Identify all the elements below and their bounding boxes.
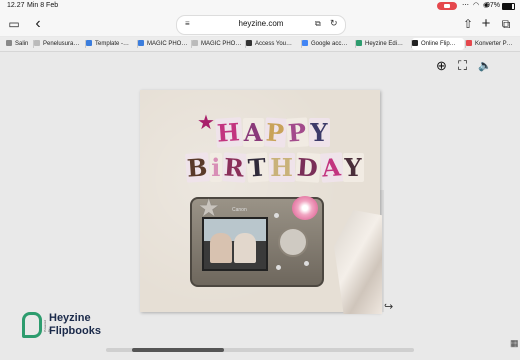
happy-title: HAPPY: [215, 117, 331, 148]
tab-favicon-icon: [466, 40, 472, 46]
tab-favicon-icon: [356, 40, 362, 46]
logo-line1: Heyzine: [49, 312, 91, 324]
camera-dial: [278, 227, 308, 257]
battery-percent: 97%: [486, 2, 501, 9]
tab-overview-icon[interactable]: ⧉: [498, 16, 514, 32]
tab-1[interactable]: Penelusura…: [34, 38, 84, 50]
tab-favicon-icon: [246, 40, 252, 46]
line2-letter: Y: [343, 153, 364, 182]
line2-letter: T: [246, 152, 270, 183]
line2-letter: R: [222, 152, 248, 183]
tab-favicon-icon: [192, 40, 198, 46]
tab-favicon-icon: [86, 40, 92, 46]
tab-0[interactable]: Salin: [6, 38, 32, 50]
tab-favicon-icon: [412, 40, 418, 46]
share-icon[interactable]: ⇧: [460, 16, 476, 32]
scrollbar-thumb[interactable]: [132, 348, 224, 352]
birthday-title: BiRTHDAY: [185, 152, 365, 183]
tab-label: Heyzine Edi…: [365, 41, 404, 47]
tab-4[interactable]: MAGIC PHO…: [192, 38, 244, 50]
tab-7[interactable]: Heyzine Edi…: [356, 38, 410, 50]
tab-3[interactable]: MAGIC PHO…: [138, 38, 190, 50]
tab-label: MAGIC PHO…: [201, 41, 242, 47]
line2-letter: D: [294, 152, 321, 183]
status-bar: 12.27 Min 8 Feb ⋯ ◠ ◉ 97%: [0, 0, 520, 12]
tab-favicon-icon: [6, 40, 12, 46]
tab-6[interactable]: Google acc…: [302, 38, 354, 50]
thumbnails-icon[interactable]: ▦: [510, 338, 519, 349]
line1-letter: Y: [309, 118, 330, 147]
tab-label: MAGIC PHO…: [147, 41, 188, 47]
address-bar[interactable]: ≡ heyzine.com ⧉ ↻: [176, 15, 346, 35]
browser-toolbar: ▭ ‹ ≡ heyzine.com ⧉ ↻ ⇧ + ⧉: [0, 12, 520, 36]
line2-letter: H: [269, 153, 295, 182]
camera-button: [276, 265, 281, 270]
heyzine-logo-icon: [22, 312, 42, 338]
camera-brand: Canon: [232, 207, 247, 213]
battery-icon: [502, 3, 515, 10]
tab-favicon-icon: [34, 40, 40, 46]
star-sticker-icon: ★: [198, 195, 220, 222]
tab-favicon-icon: [138, 40, 144, 46]
page-scrollbar[interactable]: [106, 348, 414, 352]
tab-9[interactable]: Konverter P…: [466, 38, 520, 50]
status-date: Min 8 Feb: [27, 2, 59, 9]
status-time: 12.27: [7, 2, 25, 9]
camera-button: [274, 213, 279, 218]
tab-label: Penelusura…: [43, 41, 80, 47]
screen-record-indicator[interactable]: [437, 2, 457, 10]
tab-favicon-icon: [302, 40, 308, 46]
share-arrow-icon[interactable]: ↪: [384, 300, 393, 313]
reader-icon[interactable]: ⧉: [315, 19, 321, 29]
flower-sticker: [292, 196, 318, 220]
tab-label: Salin: [15, 41, 29, 47]
line2-letter: A: [319, 152, 344, 183]
line1-letter: P: [286, 117, 310, 148]
zoom-in-icon[interactable]: ⊕: [436, 58, 447, 74]
line1-letter: H: [215, 117, 243, 148]
new-tab-icon[interactable]: +: [478, 16, 494, 32]
tab-label: Access You…: [255, 41, 293, 47]
tab-label: Google acc…: [311, 41, 348, 47]
line1-letter: P: [264, 117, 288, 148]
line2-letter: B: [185, 152, 211, 183]
back-icon[interactable]: ‹: [30, 16, 46, 32]
tab-label: Template -…: [95, 41, 130, 47]
tab-5[interactable]: Access You…: [246, 38, 300, 50]
star-icon: ★: [197, 112, 215, 134]
line1-letter: A: [242, 118, 265, 147]
tab-label: Konverter P…: [475, 41, 513, 47]
tab-2[interactable]: Template -…: [86, 38, 136, 50]
sidebar-toggle-icon[interactable]: ▭: [6, 16, 22, 32]
camera-button: [304, 261, 309, 266]
camera-photo: [202, 217, 268, 271]
tab-8[interactable]: Online Flip…: [412, 38, 464, 50]
line2-letter: i: [210, 153, 223, 182]
logo-line2: Flipbooks: [49, 325, 101, 337]
tab-bar: Salin Penelusura… Template -… MAGIC PHO… MAG…: [0, 37, 520, 52]
fullscreen-icon[interactable]: ⛶: [458, 58, 467, 74]
reload-icon[interactable]: ↻: [330, 18, 338, 29]
tab-label: Online Flip…: [421, 41, 456, 47]
sound-icon[interactable]: 🔈: [478, 59, 492, 72]
